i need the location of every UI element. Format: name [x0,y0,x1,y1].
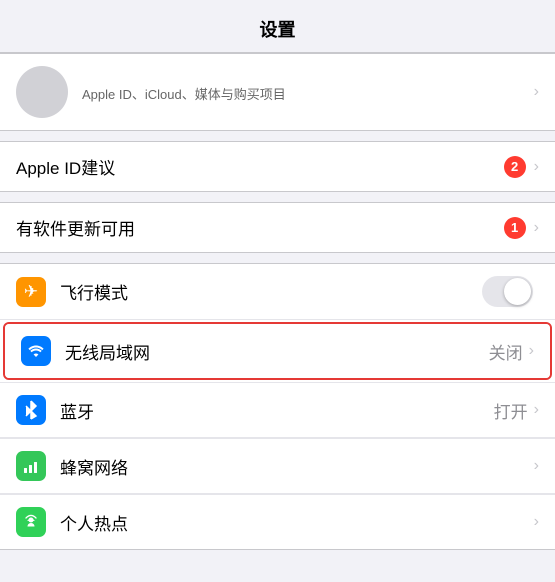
wifi-highlight-container: 无线局域网 关闭 › [0,320,555,382]
wifi-icon [21,336,51,366]
toggle-knob [504,278,531,305]
bluetooth-label: 蓝牙 [60,398,494,423]
profile-row[interactable]: Apple ID、iCloud、媒体与购买项目 › [0,53,555,131]
cellular-icon [16,451,46,481]
airplane-icon: ✈ [16,277,46,307]
profile-subtitle: Apple ID、iCloud、媒体与购买项目 [82,84,534,103]
cellular-row[interactable]: 蜂窝网络 › [0,438,555,494]
software-update-label: 有软件更新可用 [16,215,504,240]
bluetooth-row[interactable]: 蓝牙 打开 › [0,382,555,438]
suggestions-chevron-icon: › [534,158,539,176]
airplane-label: 飞行模式 [60,279,482,304]
cellular-label: 蜂窝网络 [60,454,534,479]
hotspot-label: 个人热点 [60,510,534,535]
suggestions-label: Apple ID建议 [16,154,504,179]
page-title: 设置 [260,20,296,40]
bluetooth-value: 打开 [494,398,528,423]
wifi-label: 无线局域网 [65,339,489,364]
software-update-row[interactable]: 有软件更新可用 1 › [0,203,555,252]
avatar [16,66,68,118]
suggestions-group: Apple ID建议 2 › [0,141,555,192]
wifi-chevron-icon: › [529,342,534,360]
airplane-toggle[interactable] [482,276,533,307]
software-update-group: 有软件更新可用 1 › [0,202,555,253]
apple-id-suggestions-row[interactable]: Apple ID建议 2 › [0,142,555,191]
hotspot-icon [16,507,46,537]
software-update-chevron-icon: › [534,219,539,237]
settings-header: 设置 [0,0,555,53]
wifi-row[interactable]: 无线局域网 关闭 › [5,324,550,378]
cellular-chevron-icon: › [534,457,539,475]
software-update-badge: 1 [504,217,526,239]
bluetooth-icon [16,395,46,425]
airplane-mode-row[interactable]: ✈ 飞行模式 [0,263,555,320]
bluetooth-chevron-icon: › [534,401,539,419]
main-settings-group: ✈ 飞行模式 无线局域网 关闭 › [0,263,555,550]
profile-text: Apple ID、iCloud、媒体与购买项目 [82,82,534,103]
wifi-highlight-border: 无线局域网 关闭 › [3,322,552,380]
suggestions-badge: 2 [504,156,526,178]
hotspot-row[interactable]: 个人热点 › [0,494,555,550]
hotspot-chevron-icon: › [534,513,539,531]
wifi-value: 关闭 [489,339,523,364]
profile-chevron-icon: › [534,83,539,101]
